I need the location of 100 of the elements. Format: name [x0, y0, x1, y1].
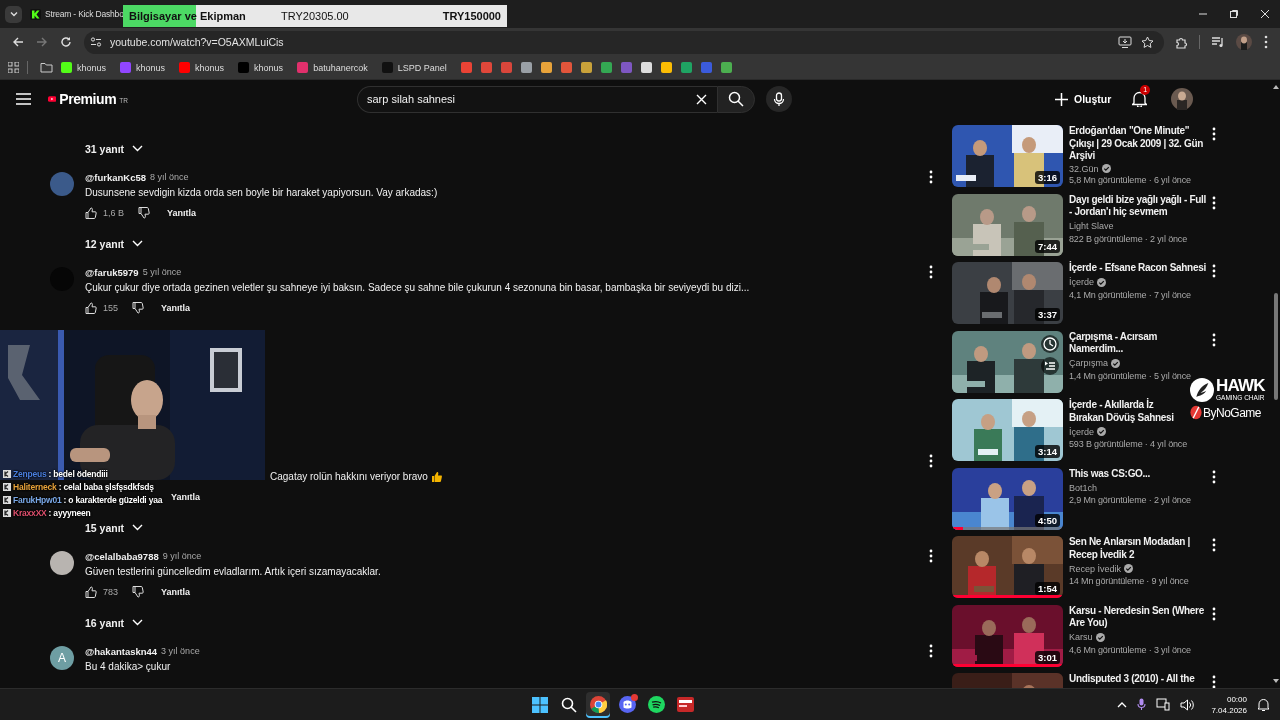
channel-name[interactable]: Bot1ch [1069, 482, 1098, 493]
logo-text[interactable]: Premium [59, 91, 117, 107]
queue-icon[interactable] [1041, 356, 1059, 375]
video-title[interactable]: Undisputed 3 (2010) - All the [1069, 673, 1207, 686]
video-title[interactable]: Sen Ne Anlarsın Modadan | Recep İvedik 2 [1069, 536, 1207, 561]
replies-toggle[interactable]: 15 yanıt [85, 519, 144, 536]
dislike-icon[interactable] [132, 586, 145, 598]
bookmark[interactable]: khonus [61, 62, 107, 73]
more-icon[interactable] [1212, 675, 1216, 688]
more-icon[interactable] [1212, 127, 1216, 141]
video-title[interactable]: This was CS:GO... [1069, 467, 1207, 480]
account-avatar[interactable] [1171, 88, 1194, 110]
bookmark[interactable]: khonus [120, 62, 166, 73]
more-icon[interactable] [929, 549, 933, 563]
channel-name[interactable]: Recep İvedik [1069, 563, 1122, 574]
menu-icon[interactable] [1264, 35, 1268, 49]
bookmark-icon[interactable] [720, 62, 732, 73]
media-icon[interactable] [1211, 36, 1225, 48]
video-title[interactable]: Karsu - Neredesin Sen (Where Are You) [1069, 604, 1207, 630]
url-text: youtube.com/watch?v=O5AXMLuiCis [110, 36, 284, 48]
video-title[interactable]: Çarpışma - Acırsam Namerdim... [1069, 330, 1207, 356]
replies-toggle[interactable]: 12 yanıt [85, 235, 144, 252]
video-title[interactable]: İçerde - Akıllarda İz Bırakan Dövüş Sahnesi [1069, 399, 1187, 424]
comment-time[interactable]: 5 yıl önce [142, 267, 182, 277]
bookmark-icon[interactable] [520, 62, 532, 73]
folder-icon[interactable] [40, 62, 53, 73]
bookmark-icon[interactable] [680, 62, 692, 73]
comment-author[interactable]: @faruk5979 [85, 266, 139, 278]
channel-name[interactable]: Light Slave [1069, 221, 1114, 231]
star-icon[interactable] [1141, 35, 1154, 49]
bookmark[interactable]: batuhanercok [297, 62, 368, 73]
install-icon[interactable] [1118, 35, 1132, 49]
more-icon[interactable] [929, 454, 933, 468]
replies-toggle[interactable]: 16 yanıt [85, 614, 144, 631]
search-field[interactable]: sarp silah sahnesi [357, 85, 717, 113]
replies-toggle[interactable]: 31 yanıt [85, 140, 144, 157]
apps-icon[interactable] [8, 62, 19, 73]
like-icon[interactable] [85, 586, 97, 598]
bookmark-icon[interactable] [600, 62, 612, 73]
like-icon[interactable] [85, 207, 97, 219]
reply-button[interactable]: Yanıtla [161, 582, 191, 602]
bookmark-icon[interactable] [540, 62, 552, 73]
bookmark[interactable]: khonus [238, 62, 284, 73]
more-icon[interactable] [929, 644, 933, 658]
address-bar[interactable]: youtube.com/watch?v=O5AXMLuiCis [84, 30, 1164, 54]
taskbar-app[interactable] [586, 691, 611, 718]
more-icon[interactable] [929, 265, 933, 279]
create-button[interactable]: Oluştur [1055, 86, 1112, 112]
more-icon[interactable] [1212, 264, 1216, 278]
channel-name[interactable]: Çarpışma [1069, 358, 1108, 368]
clear-icon[interactable] [696, 93, 707, 105]
video-title[interactable]: Dayı geldi bize yağlı yağlı - Full - Jordan'ı hiç sevmem [1069, 193, 1207, 219]
more-icon[interactable] [1212, 332, 1216, 347]
more-icon[interactable] [1212, 195, 1216, 210]
video-duration: 1:54 [1035, 582, 1060, 595]
bookmark-icon[interactable] [660, 62, 672, 73]
chevron-up-icon[interactable] [1117, 701, 1128, 708]
bookmark[interactable]: khonus [179, 62, 225, 73]
more-icon[interactable] [1212, 606, 1216, 621]
dislike-icon[interactable] [132, 302, 145, 314]
video-title[interactable]: Erdoğan'dan "One Minute" Çıkışı | 29 Ocak 2009 | 32. Gün Arşivi [1069, 125, 1207, 163]
bell-icon[interactable] [1132, 91, 1148, 107]
comment-time[interactable]: 9 yıl önce [162, 551, 202, 561]
bookmark-icon[interactable] [640, 62, 652, 73]
clock-time[interactable]: 00:00 [1226, 693, 1247, 705]
comment-time[interactable]: 3 yıl önce [161, 646, 200, 656]
comment-author[interactable]: @celalbaba9788 [85, 550, 159, 562]
video-title[interactable]: İçerde - Efsane Racon Sahnesi [1069, 262, 1207, 275]
puzzle-icon[interactable] [1175, 35, 1188, 49]
channel-name[interactable]: Karsu [1069, 632, 1093, 642]
reply-button[interactable]: Yanıtla [161, 298, 191, 318]
network-icon[interactable] [1156, 698, 1171, 711]
bookmark-icon[interactable] [580, 62, 592, 73]
comment-author[interactable]: @furkanKc58 [85, 171, 146, 183]
more-icon[interactable] [929, 170, 933, 184]
bell-icon[interactable] [1257, 697, 1270, 712]
comment-time[interactable]: 8 yıl önce [150, 172, 189, 182]
more-icon[interactable] [1212, 538, 1216, 552]
clock-date[interactable]: 7.04.2026 [1211, 704, 1247, 716]
comment-author[interactable]: @hakantaskn44 [85, 645, 158, 657]
channel-name[interactable]: İçerde [1069, 277, 1094, 287]
speaker-icon[interactable] [1180, 698, 1196, 711]
microphone-icon[interactable] [1137, 698, 1147, 711]
clock-icon[interactable] [1041, 334, 1059, 353]
browser-tab[interactable]: Stream - Kick Dashbo [28, 3, 124, 25]
microphone-button[interactable] [766, 86, 792, 112]
more-icon[interactable] [1212, 469, 1216, 484]
menu-icon[interactable] [16, 93, 31, 105]
user-avatar[interactable] [50, 551, 74, 575]
like-icon[interactable] [85, 302, 97, 314]
dislike-icon[interactable] [138, 207, 150, 219]
tab-search-button[interactable] [5, 5, 22, 23]
bookmark[interactable]: LSPD Panel [381, 62, 447, 73]
search-button[interactable] [717, 85, 755, 113]
channel-name[interactable]: İçerde [1069, 426, 1094, 437]
reply-button[interactable]: Yanıtla [171, 487, 200, 507]
reply-button[interactable]: Yanıtla [167, 203, 197, 223]
profile-avatar[interactable] [1236, 34, 1252, 50]
channel-name[interactable]: 32.Gün [1069, 163, 1099, 174]
site-info-icon[interactable] [90, 36, 102, 48]
